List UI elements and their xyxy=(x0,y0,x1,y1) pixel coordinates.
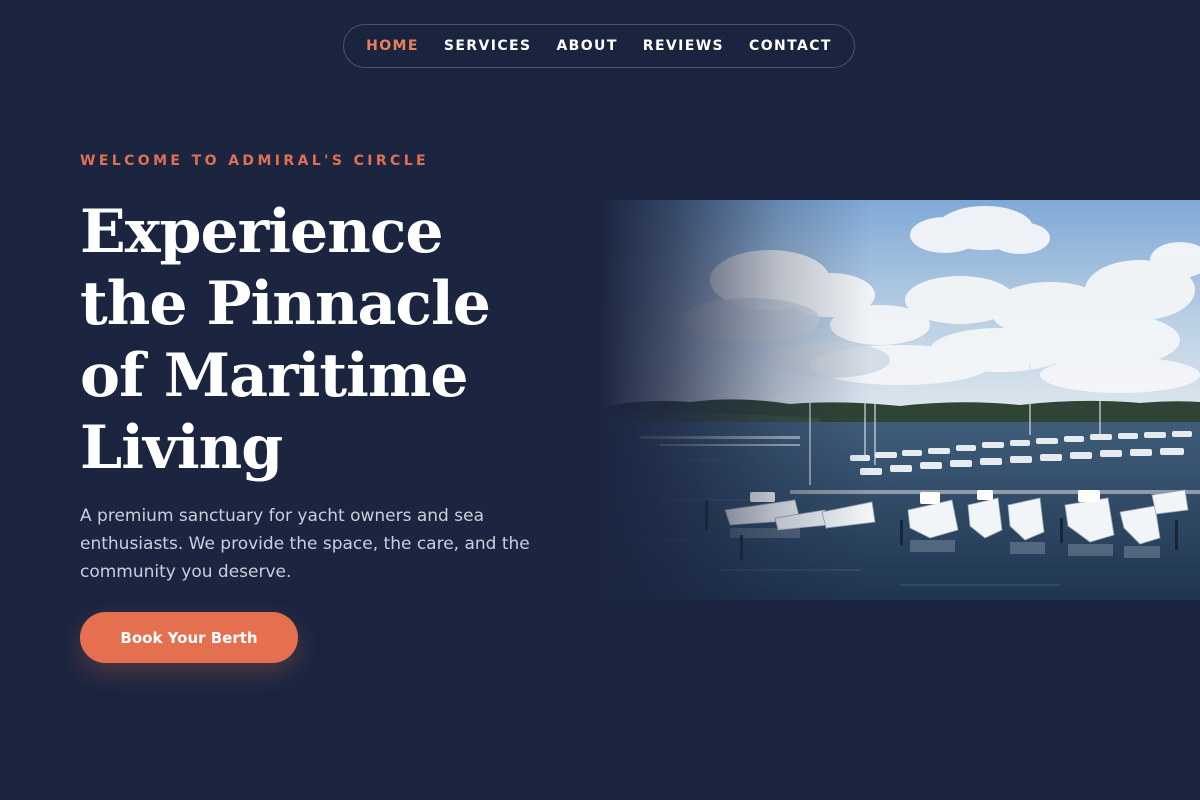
landing-page: HOME SERVICES ABOUT REVIEWS CONTACT WELC… xyxy=(0,0,1200,800)
book-berth-button[interactable]: Book Your Berth xyxy=(80,612,298,663)
nav-services-link[interactable]: SERVICES xyxy=(444,38,532,54)
main-nav: HOME SERVICES ABOUT REVIEWS CONTACT xyxy=(343,24,855,68)
nav-home-link[interactable]: HOME xyxy=(366,38,419,54)
hero-subtext: A premium sanctuary for yacht owners and… xyxy=(80,506,530,582)
hero-headline: Experience the Pinnacle of Maritime Livi… xyxy=(80,197,491,483)
hero-marina-image xyxy=(600,200,1200,600)
nav-about-link[interactable]: ABOUT xyxy=(556,38,617,54)
nav-reviews-link[interactable]: REVIEWS xyxy=(643,38,724,54)
nav-contact-link[interactable]: CONTACT xyxy=(749,38,832,54)
hero-eyebrow: WELCOME TO ADMIRAL'S CIRCLE xyxy=(80,153,429,169)
marina-illustration xyxy=(600,200,1200,600)
